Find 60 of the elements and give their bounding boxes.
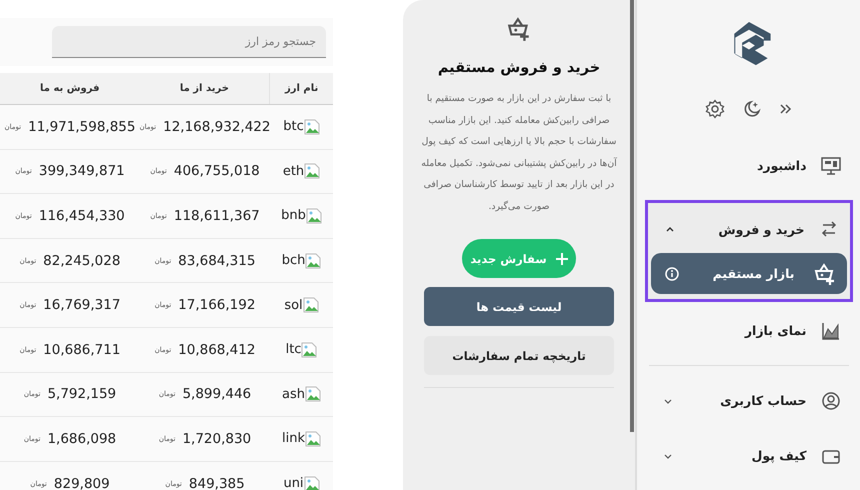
price-text: 116,454,330 xyxy=(38,208,125,224)
search-field[interactable]: جستجو رمز ارز xyxy=(52,26,326,58)
column-header: نام ارز xyxy=(269,73,333,104)
price-text: 118,611,367 xyxy=(174,208,260,224)
price-text: 829,809 xyxy=(54,476,110,490)
coin-name: bch xyxy=(282,253,306,268)
basket-plus-icon xyxy=(812,262,836,286)
chart-icon xyxy=(820,320,840,340)
price-text: 5,792,159 xyxy=(47,386,116,402)
coin-name: ash xyxy=(282,386,305,402)
menu-button[interactable]: تاریخچه تمام سفارشات xyxy=(424,336,614,375)
price-text: 406,755,018 xyxy=(174,163,260,180)
nav-item[interactable]: نمای بازار xyxy=(648,310,848,351)
broken-image-icon xyxy=(305,252,322,269)
plus-icon xyxy=(556,252,568,264)
coin-name: btc xyxy=(283,119,304,134)
submenu-item[interactable]: بازار مستقیم xyxy=(650,253,846,294)
price-text: 5,899,446 xyxy=(182,386,252,402)
price-text: 10,868,412 xyxy=(178,342,256,358)
broken-image-icon xyxy=(304,118,320,135)
basket-plus-icon xyxy=(506,16,532,42)
nav-item[interactable]: حساب کاربری xyxy=(648,380,848,421)
broken-image-icon xyxy=(305,386,321,402)
panel-title: خرید و فروش مستقیم xyxy=(438,60,600,76)
broken-image-icon xyxy=(305,430,321,447)
double-chevron-icon[interactable] xyxy=(778,102,792,116)
coin-name: ltc xyxy=(286,342,302,358)
moon-star-icon[interactable] xyxy=(742,99,762,119)
price-text: 849,385 xyxy=(188,476,245,490)
coin-name: link xyxy=(282,431,305,446)
price-text: 16,769,317 xyxy=(43,297,120,314)
broken-image-icon xyxy=(302,297,319,314)
price-text: 10,686,711 xyxy=(43,342,120,358)
menu-button[interactable]: لیست قیمت ها xyxy=(424,287,614,326)
user-icon xyxy=(820,390,840,410)
price-text: 1,720,830 xyxy=(182,430,252,447)
price-text: 12,168,932,422 xyxy=(163,118,270,135)
price-text: 399,349,871 xyxy=(38,163,125,180)
monitor-icon xyxy=(820,156,840,176)
broken-image-icon xyxy=(301,342,318,358)
price-text: 11,971,598,855 xyxy=(28,118,136,135)
coin-name: eth xyxy=(282,164,304,179)
gear-icon[interactable] xyxy=(704,99,724,119)
nav-item[interactable]: داشبورد xyxy=(648,145,848,186)
broken-image-icon xyxy=(304,163,320,180)
price-text: 83,684,315 xyxy=(178,252,256,269)
coin-name: sol xyxy=(284,298,303,313)
nav-item[interactable]: خرید و فروش xyxy=(650,205,846,253)
price-text: 1,686,098 xyxy=(47,430,116,447)
scrollbar-thumb[interactable] xyxy=(630,0,634,432)
info-icon xyxy=(664,266,678,280)
price-text: 82,245,028 xyxy=(43,252,120,269)
price-text: 17,166,192 xyxy=(178,297,256,314)
coin-name: uni xyxy=(283,476,304,490)
column-header: فروش به ما xyxy=(39,82,101,96)
broken-image-icon xyxy=(306,208,322,224)
coin-name: bnb xyxy=(281,208,306,224)
panel-description: با ثبت سفارش در این بازار به صورت مستقیم با صرافی رابین‌کش معامله کنید. این بازار مناسب سفارشات با حجم بالا یا ارزهایی است که کیف پول آن‌ها در رابین‌کش پشتیبانی نمی‌شود. تکمیل معامله در این بازار بعد از تایید توسط کارشناسان صرافی صورت می‌گیرد. xyxy=(421,92,617,214)
nav-item[interactable]: کیف پول xyxy=(648,435,848,476)
column-header: خرید از ما xyxy=(178,82,230,96)
